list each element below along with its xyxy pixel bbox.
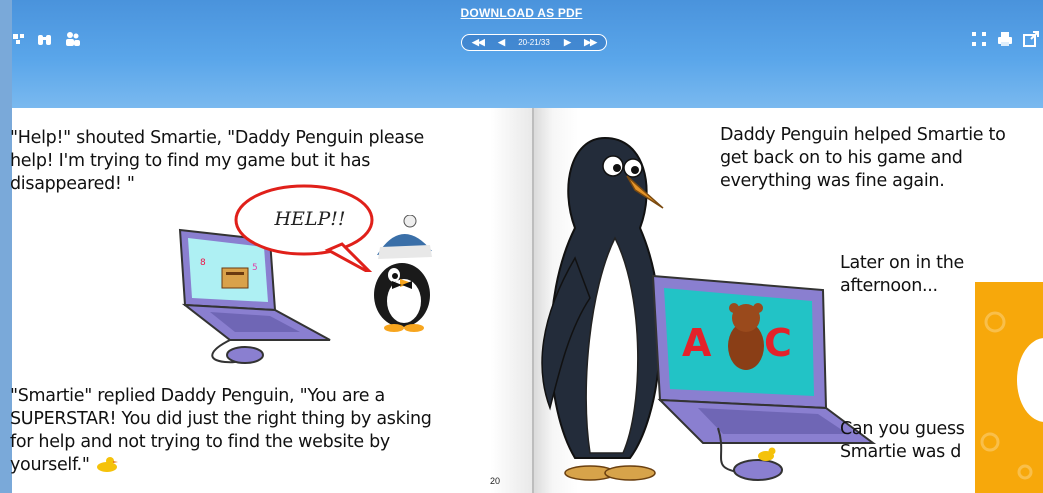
- next-page-button[interactable]: ▶: [564, 37, 571, 48]
- page-navigator: ◀◀ ◀ 20-21/33 ▶ ▶▶: [461, 34, 607, 51]
- text-line: Smartie was d: [840, 442, 962, 462]
- text-line: yourself.": [10, 454, 530, 477]
- right-paragraph-1: Daddy Penguin helped Smartie to get back…: [720, 124, 1043, 193]
- screen-letter-a: A: [682, 321, 712, 365]
- people-icon[interactable]: [64, 30, 82, 48]
- text-line: get back on to his game and: [720, 148, 963, 168]
- page-number: 20: [490, 476, 501, 486]
- overlay-graphic: [980, 311, 1043, 480]
- download-pdf-link[interactable]: DOWNLOAD AS PDF: [0, 6, 1043, 20]
- share-icon[interactable]: [12, 30, 30, 48]
- print-icon[interactable]: [996, 30, 1014, 48]
- text-line: everything was fine again.: [720, 171, 945, 191]
- fullscreen-icon[interactable]: [970, 30, 988, 48]
- speech-bubble-text: HELP!!: [274, 208, 346, 230]
- duck-icon: [96, 457, 118, 472]
- smartie-penguin-illustration: [374, 215, 432, 332]
- export-icon[interactable]: [1022, 30, 1040, 48]
- first-page-button[interactable]: ◀◀: [472, 37, 485, 48]
- text-line: "Help!" shouted Smartie, "Daddy Penguin …: [10, 128, 425, 148]
- page-indicator: 20-21/33: [518, 38, 550, 47]
- svg-text:8: 8: [200, 258, 206, 268]
- text-line: SUPERSTAR! You did just the right thing …: [10, 409, 432, 429]
- last-page-button[interactable]: ▶▶: [584, 37, 597, 48]
- book-spine: [532, 108, 534, 493]
- text-line: Daddy Penguin helped Smartie to: [720, 125, 1006, 145]
- text-line: Can you guess: [840, 419, 965, 439]
- screen-letter-c: C: [764, 321, 792, 365]
- right-paragraph-3: Can you guess Smartie was d: [840, 418, 980, 464]
- orange-overlay-panel[interactable]: [975, 282, 1043, 493]
- text-line: help! I'm trying to find my game but it …: [10, 151, 371, 171]
- left-paragraph-2: "Smartie" replied Daddy Penguin, "You ar…: [10, 385, 530, 477]
- binoculars-icon[interactable]: [36, 30, 54, 48]
- prev-page-button[interactable]: ◀: [498, 37, 505, 48]
- text-line: for help and not trying to find the webs…: [10, 432, 390, 452]
- text-line: "Smartie" replied Daddy Penguin, "You ar…: [10, 386, 385, 406]
